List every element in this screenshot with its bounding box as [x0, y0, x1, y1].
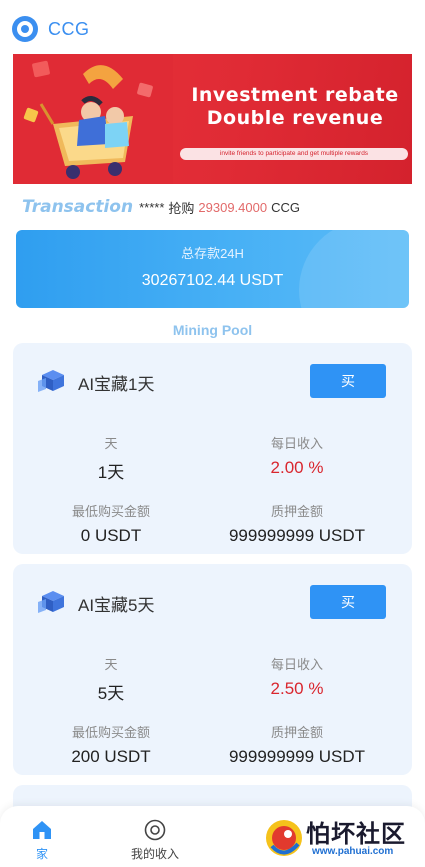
pledge-label: 质押金额: [270, 504, 323, 519]
ccg-logo-icon: [12, 16, 38, 42]
deposit-label: 总存款24H: [181, 246, 244, 261]
page: CCG Investment rebate Double revenue inv…: [0, 0, 425, 867]
nav-item-home[interactable]: 家: [0, 818, 87, 862]
cube-icon: [38, 370, 64, 392]
watermark: 怕坏社区 www.pahuai.com: [262, 812, 422, 864]
ticker-label: Transaction: [22, 197, 134, 217]
daily-income-value: 2.50 %: [270, 679, 324, 698]
days-value: 5天: [97, 684, 125, 703]
min-purchase-value: 0 USDT: [80, 526, 142, 545]
daily-income-value: 2.00 %: [270, 458, 324, 477]
pledge-label: 质押金额: [270, 725, 323, 740]
watermark-text: 怕坏社区: [306, 819, 406, 848]
total-deposit-card: 总存款24H 30267102.44 USDT: [16, 230, 409, 308]
ticker-amount: 29309.4000: [198, 199, 268, 215]
pool-days: 天 5天: [26, 654, 196, 704]
pool-min-purchase: 最低购买金额 0 USDT: [26, 501, 196, 546]
days-label: 天: [104, 657, 118, 672]
daily-income-label: 每日收入: [270, 436, 323, 451]
target-icon: [144, 819, 166, 841]
pool-daily-income: 每日收入 2.00 %: [212, 433, 382, 478]
banner-title-line1: Investment rebate: [191, 84, 399, 106]
buy-button[interactable]: 买: [310, 364, 386, 398]
buy-button[interactable]: 买: [310, 585, 386, 619]
pledge-value: 999999999 USDT: [228, 526, 366, 545]
days-value: 1天: [97, 463, 125, 482]
banner-title: Investment rebate Double revenue: [175, 84, 412, 130]
home-icon: [33, 821, 51, 839]
ticker-user: *****: [139, 199, 165, 215]
min-purchase-value: 200 USDT: [71, 747, 151, 766]
pledge-value: 999999999 USDT: [228, 747, 366, 766]
watermark-url: www.pahuai.com: [312, 846, 394, 857]
ticker-currency: CCG: [271, 199, 300, 215]
min-purchase-label: 最低购买金额: [71, 725, 150, 740]
pool-name: AI宝藏5天: [78, 596, 155, 615]
ticker-action: 抢购: [168, 200, 195, 216]
banner-subtitle: invite friends to participate and get mu…: [180, 148, 408, 160]
pool-pledge: 质押金额 999999999 USDT: [212, 501, 382, 546]
promo-banner[interactable]: Investment rebate Double revenue invite …: [13, 54, 412, 184]
daily-income-label: 每日收入: [270, 657, 323, 672]
pool-card: AI宝藏5天 买 天 5天 每日收入 2.50 % 最低购买金额 200 USD…: [13, 564, 412, 775]
nav-label-income: 我的收入: [130, 847, 179, 861]
pool-card: AI宝藏1天 买 天 1天 每日收入 2.00 % 最低购买金额 0 USDT …: [13, 343, 412, 554]
banner-title-line2: Double revenue: [206, 107, 384, 129]
app-name: CCG: [48, 18, 90, 39]
nav-label-home: 家: [35, 847, 48, 861]
section-title: Mining Pool: [172, 322, 253, 338]
shopping-cart-illustration: [13, 54, 173, 184]
app-header: CCG: [12, 16, 90, 42]
pool-days: 天 1天: [26, 433, 196, 483]
cube-icon: [38, 591, 64, 613]
deposit-value: 30267102.44 USDT: [141, 272, 284, 289]
pool-name: AI宝藏1天: [78, 375, 155, 394]
min-purchase-label: 最低购买金额: [71, 504, 150, 519]
pool-min-purchase: 最低购买金额 200 USDT: [26, 722, 196, 767]
nav-item-income[interactable]: 我的收入: [110, 818, 200, 862]
watermark-logo-icon: [266, 820, 302, 856]
pool-daily-income: 每日收入 2.50 %: [212, 654, 382, 699]
transaction-ticker: Transaction ***** 抢购 29309.4000 CCG: [22, 197, 300, 217]
days-label: 天: [104, 436, 118, 451]
pool-pledge: 质押金额 999999999 USDT: [212, 722, 382, 767]
